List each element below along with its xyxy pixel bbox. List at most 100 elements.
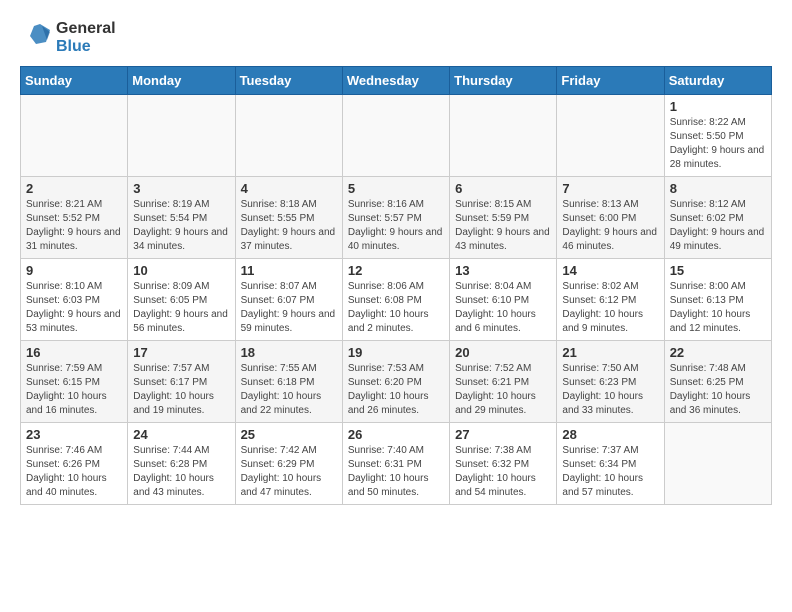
day-number: 12 bbox=[348, 263, 444, 278]
calendar-cell: 17 Sunrise: 7:57 AM Sunset: 6:17 PM Dayli… bbox=[128, 341, 235, 423]
day-number: 28 bbox=[562, 427, 658, 442]
day-info: Sunrise: 7:46 AM Sunset: 6:26 PM Dayligh… bbox=[26, 444, 122, 500]
day-info: Sunrise: 8:13 AM Sunset: 6:00 PM Dayligh… bbox=[562, 198, 658, 254]
calendar-cell: 20Sunrise: 7:52 AM Sunset: 6:21 PM Dayli… bbox=[450, 341, 557, 423]
day-number: 7 bbox=[562, 181, 658, 196]
calendar-cell bbox=[128, 95, 235, 177]
calendar-cell: 22Sunrise: 7:48 AM Sunset: 6:25 PM Dayli… bbox=[664, 341, 771, 423]
day-of-week-header: Tuesday bbox=[235, 67, 342, 95]
day-number: 24 bbox=[133, 427, 229, 442]
logo-general-text: General bbox=[56, 20, 116, 37]
page-header: General Blue bbox=[20, 20, 772, 56]
day-info: Sunrise: 7:42 AM Sunset: 6:29 PM Dayligh… bbox=[241, 444, 337, 500]
calendar-cell: 2 Sunrise: 8:21 AM Sunset: 5:52 PM Daylig… bbox=[21, 177, 128, 259]
calendar-cell bbox=[557, 95, 664, 177]
day-number: 1 bbox=[670, 99, 766, 114]
day-number: 2 bbox=[26, 181, 122, 196]
day-info: Sunrise: 8:18 AM Sunset: 5:55 PM Dayligh… bbox=[241, 198, 337, 254]
day-number: 16 bbox=[26, 345, 122, 360]
calendar-cell bbox=[342, 95, 449, 177]
day-info: Sunrise: 8:07 AM Sunset: 6:07 PM Dayligh… bbox=[241, 280, 337, 336]
day-info: Sunrise: 8:12 AM Sunset: 6:02 PM Dayligh… bbox=[670, 198, 766, 254]
day-info: Sunrise: 7:57 AM Sunset: 6:17 PM Dayligh… bbox=[133, 362, 229, 418]
day-info: Sunrise: 8:16 AM Sunset: 5:57 PM Dayligh… bbox=[348, 198, 444, 254]
day-number: 17 bbox=[133, 345, 229, 360]
calendar-cell: 3 Sunrise: 8:19 AM Sunset: 5:54 PM Daylig… bbox=[128, 177, 235, 259]
calendar-week-row: 23 Sunrise: 7:46 AM Sunset: 6:26 PM Dayli… bbox=[21, 423, 772, 505]
day-info: Sunrise: 8:06 AM Sunset: 6:08 PM Dayligh… bbox=[348, 280, 444, 336]
day-number: 15 bbox=[670, 263, 766, 278]
calendar-cell bbox=[450, 95, 557, 177]
calendar-cell bbox=[21, 95, 128, 177]
day-number: 5 bbox=[348, 181, 444, 196]
day-number: 18 bbox=[241, 345, 337, 360]
calendar-cell: 24 Sunrise: 7:44 AM Sunset: 6:28 PM Dayli… bbox=[128, 423, 235, 505]
day-of-week-header: Monday bbox=[128, 67, 235, 95]
day-info: Sunrise: 7:40 AM Sunset: 6:31 PM Dayligh… bbox=[348, 444, 444, 500]
day-info: Sunrise: 8:10 AM Sunset: 6:03 PM Dayligh… bbox=[26, 280, 122, 336]
calendar-week-row: 9 Sunrise: 8:10 AM Sunset: 6:03 PM Daylig… bbox=[21, 259, 772, 341]
calendar-week-row: 2 Sunrise: 8:21 AM Sunset: 5:52 PM Daylig… bbox=[21, 177, 772, 259]
calendar-cell: 14Sunrise: 8:02 AM Sunset: 6:12 PM Dayli… bbox=[557, 259, 664, 341]
day-info: Sunrise: 8:00 AM Sunset: 6:13 PM Dayligh… bbox=[670, 280, 766, 336]
day-number: 13 bbox=[455, 263, 551, 278]
calendar-cell: 16 Sunrise: 7:59 AM Sunset: 6:15 PM Dayli… bbox=[21, 341, 128, 423]
day-of-week-header: Thursday bbox=[450, 67, 557, 95]
day-of-week-header: Wednesday bbox=[342, 67, 449, 95]
calendar-header-row: SundayMondayTuesdayWednesdayThursdayFrid… bbox=[21, 67, 772, 95]
day-info: Sunrise: 8:21 AM Sunset: 5:52 PM Dayligh… bbox=[26, 198, 122, 254]
logo: General Blue bbox=[20, 20, 116, 56]
day-info: Sunrise: 7:37 AM Sunset: 6:34 PM Dayligh… bbox=[562, 444, 658, 500]
day-number: 6 bbox=[455, 181, 551, 196]
day-of-week-header: Saturday bbox=[664, 67, 771, 95]
day-number: 19 bbox=[348, 345, 444, 360]
calendar-cell: 6 Sunrise: 8:15 AM Sunset: 5:59 PM Daylig… bbox=[450, 177, 557, 259]
calendar-cell: 18 Sunrise: 7:55 AM Sunset: 6:18 PM Dayli… bbox=[235, 341, 342, 423]
calendar-cell: 26Sunrise: 7:40 AM Sunset: 6:31 PM Dayli… bbox=[342, 423, 449, 505]
calendar-cell: 21 Sunrise: 7:50 AM Sunset: 6:23 PM Dayli… bbox=[557, 341, 664, 423]
day-info: Sunrise: 8:09 AM Sunset: 6:05 PM Dayligh… bbox=[133, 280, 229, 336]
calendar-cell: 1 Sunrise: 8:22 AM Sunset: 5:50 PM Daylig… bbox=[664, 95, 771, 177]
day-info: Sunrise: 8:19 AM Sunset: 5:54 PM Dayligh… bbox=[133, 198, 229, 254]
day-number: 20 bbox=[455, 345, 551, 360]
calendar-cell: 10Sunrise: 8:09 AM Sunset: 6:05 PM Dayli… bbox=[128, 259, 235, 341]
day-number: 25 bbox=[241, 427, 337, 442]
calendar-cell: 19 Sunrise: 7:53 AM Sunset: 6:20 PM Dayli… bbox=[342, 341, 449, 423]
day-info: Sunrise: 7:48 AM Sunset: 6:25 PM Dayligh… bbox=[670, 362, 766, 418]
calendar-cell: 5 Sunrise: 8:16 AM Sunset: 5:57 PM Daylig… bbox=[342, 177, 449, 259]
calendar-cell bbox=[235, 95, 342, 177]
logo-blue-text: Blue bbox=[56, 38, 91, 55]
calendar-cell: 4 Sunrise: 8:18 AM Sunset: 5:55 PM Daylig… bbox=[235, 177, 342, 259]
day-number: 27 bbox=[455, 427, 551, 442]
day-number: 9 bbox=[26, 263, 122, 278]
calendar-cell: 27Sunrise: 7:38 AM Sunset: 6:32 PM Dayli… bbox=[450, 423, 557, 505]
day-of-week-header: Friday bbox=[557, 67, 664, 95]
logo-svg bbox=[20, 22, 52, 54]
calendar-cell: 9 Sunrise: 8:10 AM Sunset: 6:03 PM Daylig… bbox=[21, 259, 128, 341]
day-info: Sunrise: 7:59 AM Sunset: 6:15 PM Dayligh… bbox=[26, 362, 122, 418]
day-info: Sunrise: 8:04 AM Sunset: 6:10 PM Dayligh… bbox=[455, 280, 551, 336]
day-number: 4 bbox=[241, 181, 337, 196]
calendar-cell bbox=[664, 423, 771, 505]
day-info: Sunrise: 7:53 AM Sunset: 6:20 PM Dayligh… bbox=[348, 362, 444, 418]
day-number: 3 bbox=[133, 181, 229, 196]
day-info: Sunrise: 7:55 AM Sunset: 6:18 PM Dayligh… bbox=[241, 362, 337, 418]
day-number: 11 bbox=[241, 263, 337, 278]
day-info: Sunrise: 8:22 AM Sunset: 5:50 PM Dayligh… bbox=[670, 116, 766, 172]
day-number: 14 bbox=[562, 263, 658, 278]
day-info: Sunrise: 8:15 AM Sunset: 5:59 PM Dayligh… bbox=[455, 198, 551, 254]
calendar-cell: 12 Sunrise: 8:06 AM Sunset: 6:08 PM Dayli… bbox=[342, 259, 449, 341]
calendar-cell: 15 Sunrise: 8:00 AM Sunset: 6:13 PM Dayli… bbox=[664, 259, 771, 341]
calendar-table: SundayMondayTuesdayWednesdayThursdayFrid… bbox=[20, 66, 772, 505]
day-number: 8 bbox=[670, 181, 766, 196]
day-number: 23 bbox=[26, 427, 122, 442]
day-of-week-header: Sunday bbox=[21, 67, 128, 95]
calendar-cell: 13 Sunrise: 8:04 AM Sunset: 6:10 PM Dayli… bbox=[450, 259, 557, 341]
day-info: Sunrise: 7:50 AM Sunset: 6:23 PM Dayligh… bbox=[562, 362, 658, 418]
calendar-week-row: 16 Sunrise: 7:59 AM Sunset: 6:15 PM Dayli… bbox=[21, 341, 772, 423]
calendar-cell: 7 Sunrise: 8:13 AM Sunset: 6:00 PM Daylig… bbox=[557, 177, 664, 259]
day-info: Sunrise: 7:44 AM Sunset: 6:28 PM Dayligh… bbox=[133, 444, 229, 500]
calendar-cell: 23 Sunrise: 7:46 AM Sunset: 6:26 PM Dayli… bbox=[21, 423, 128, 505]
calendar-cell: 11 Sunrise: 8:07 AM Sunset: 6:07 PM Dayli… bbox=[235, 259, 342, 341]
day-number: 21 bbox=[562, 345, 658, 360]
